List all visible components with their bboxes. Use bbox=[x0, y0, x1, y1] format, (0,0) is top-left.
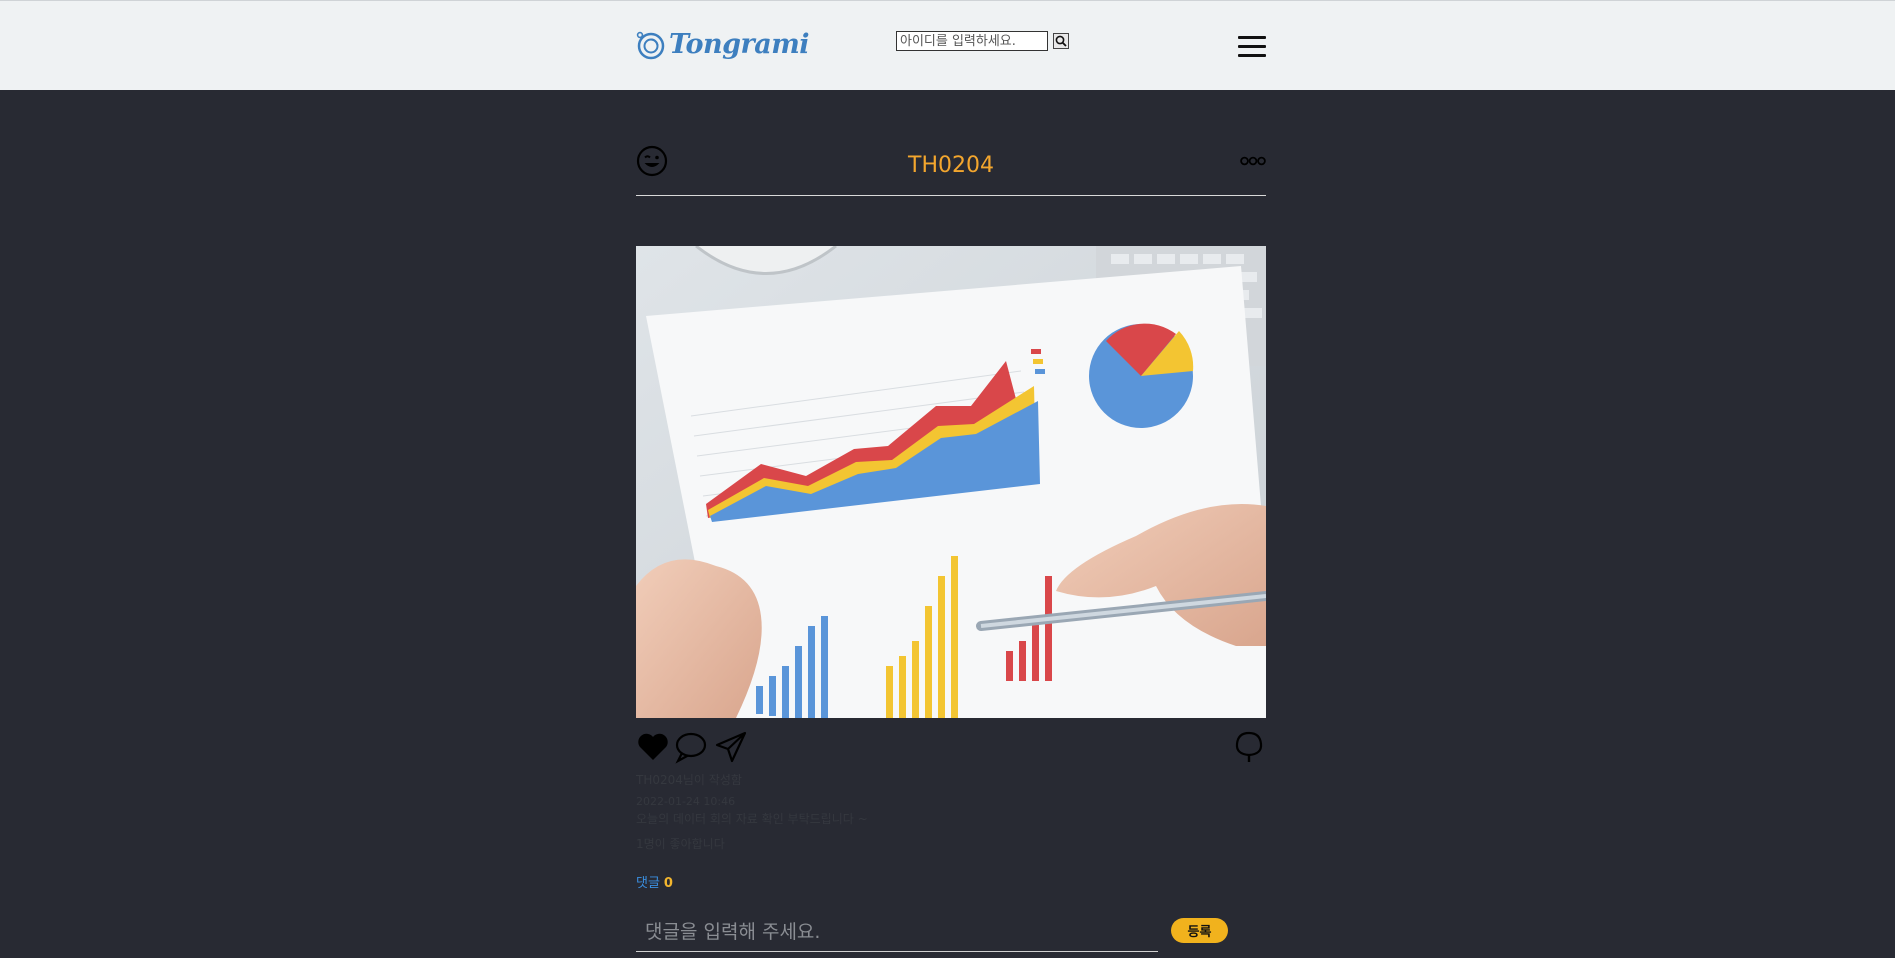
post-author-line: TH0204님이 작성함 bbox=[636, 773, 742, 787]
logo-text: Tongrami bbox=[669, 29, 810, 60]
post-photo bbox=[636, 246, 1266, 718]
post-actions bbox=[636, 730, 1266, 766]
post-likes: 1명이 좋아합니다 bbox=[636, 837, 725, 851]
menu-bar bbox=[1238, 54, 1266, 57]
search-button[interactable] bbox=[1053, 33, 1069, 49]
search-bar bbox=[896, 31, 1069, 51]
top-header: Tongrami bbox=[0, 0, 1895, 90]
comments-count: 0 bbox=[663, 876, 673, 891]
menu-bar bbox=[1238, 45, 1266, 48]
more-options-icon[interactable] bbox=[1240, 156, 1266, 166]
search-input[interactable] bbox=[896, 31, 1048, 51]
post-caption: 오늘의 데이터 회의 자료 확인 부탁드립니다 ~ bbox=[636, 812, 868, 826]
post-photo-illustration bbox=[636, 246, 1266, 718]
tree-icon[interactable] bbox=[1232, 730, 1266, 764]
comment-submit-button[interactable]: 등록 bbox=[1171, 918, 1228, 943]
search-icon bbox=[1055, 35, 1067, 47]
paper-plane-icon[interactable] bbox=[714, 730, 748, 764]
post-username[interactable]: TH0204 bbox=[636, 153, 1266, 178]
comment-input[interactable] bbox=[636, 912, 1158, 952]
post-header: TH0204 bbox=[636, 140, 1266, 196]
post-date: 2022-01-24 10:46 bbox=[636, 795, 736, 808]
logo-icon bbox=[636, 31, 665, 59]
heart-icon[interactable] bbox=[636, 730, 670, 764]
speech-bubble-icon[interactable] bbox=[674, 730, 708, 764]
logo[interactable]: Tongrami bbox=[635, 29, 810, 60]
comments-label: 댓글 bbox=[636, 876, 660, 891]
hamburger-menu-button[interactable] bbox=[1238, 36, 1266, 58]
comments-header: 댓글 0 bbox=[636, 872, 673, 891]
menu-bar bbox=[1238, 36, 1266, 39]
